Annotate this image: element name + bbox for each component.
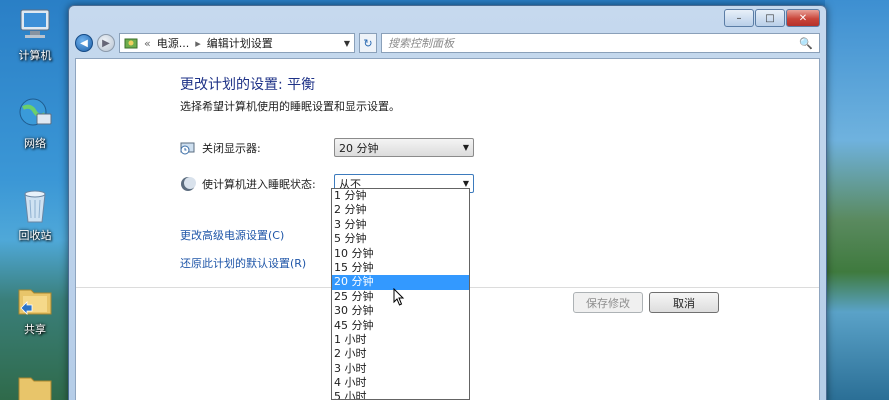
breadcrumb-overflow[interactable]: « (144, 37, 151, 50)
breadcrumb-item-edit-plan[interactable]: 编辑计划设置 (207, 35, 273, 51)
search-placeholder: 搜索控制面板 (388, 37, 454, 50)
display-off-label: 关闭显示器: (202, 141, 261, 155)
desktop-icon-network[interactable]: 网络 (6, 96, 64, 151)
back-button[interactable]: ◀ (75, 34, 93, 52)
advanced-settings-link[interactable]: 更改高级电源设置(C) (180, 227, 284, 243)
dropdown-option[interactable]: 4 小时 (332, 376, 469, 390)
sleep-label: 使计算机进入睡眠状态: (202, 177, 316, 191)
chevron-down-icon: ▼ (462, 143, 469, 152)
desktop-icon-recycle-bin[interactable]: 回收站 (6, 188, 64, 243)
forward-button[interactable]: ▶ (97, 34, 115, 52)
shared-folder-icon (18, 289, 52, 315)
dropdown-option[interactable]: 5 小时 (332, 390, 469, 399)
page-title: 更改计划的设置: 平衡 (180, 77, 316, 93)
chevron-down-icon[interactable]: ▼ (344, 39, 350, 48)
dropdown-option[interactable]: 2 小时 (332, 347, 469, 361)
chevron-down-icon: ▼ (462, 179, 469, 188)
moon-icon (181, 176, 196, 191)
dropdown-option[interactable]: 3 分钟 (332, 218, 469, 232)
mouse-cursor-icon (393, 288, 405, 306)
folder-icon (18, 377, 52, 400)
control-panel-icon (124, 38, 138, 49)
restore-defaults-link[interactable]: 还原此计划的默认设置(R) (180, 255, 306, 271)
breadcrumb-item-power[interactable]: 电源... (157, 35, 190, 51)
breadcrumb[interactable]: « 电源... ▸ 编辑计划设置 ▼ (119, 33, 355, 53)
breadcrumb-separator[interactable]: ▸ (195, 37, 201, 50)
caption-buttons: – □ ✕ (724, 9, 820, 27)
dropdown-option[interactable]: 3 小时 (332, 362, 469, 376)
desktop-icon-shared[interactable]: 共享 (6, 282, 64, 337)
save-button[interactable]: 保存修改 (573, 292, 643, 313)
display-off-row: 关闭显示器: 20 分钟 ▼ (180, 138, 474, 157)
dropdown-option[interactable]: 1 小时 (332, 333, 469, 347)
address-bar: ◀ ▶ « 电源... ▸ 编辑计划设置 ▼ ↻ 搜索控制面板 🔍 (75, 32, 820, 54)
dropdown-option[interactable]: 45 分钟 (332, 319, 469, 333)
dropdown-option[interactable]: 5 分钟 (332, 232, 469, 246)
recycle-bin-icon (24, 190, 46, 223)
display-off-select[interactable]: 20 分钟 ▼ (334, 138, 474, 157)
desktop-icon-computer[interactable]: 计算机 (6, 8, 64, 63)
desktop-icon-label: 计算机 (18, 49, 52, 62)
dropdown-option[interactable]: 2 分钟 (332, 203, 469, 217)
minimize-button[interactable]: – (724, 9, 754, 27)
search-input[interactable]: 搜索控制面板 🔍 (381, 33, 820, 53)
computer-icon (20, 9, 50, 38)
display-off-value: 20 分钟 (339, 141, 379, 155)
dropdown-option[interactable]: 15 分钟 (332, 261, 469, 275)
desktop-icon-label: 网络 (24, 137, 46, 150)
search-icon[interactable]: 🔍 (799, 37, 813, 50)
monitor-clock-icon (180, 142, 195, 154)
page-subtitle: 选择希望计算机使用的睡眠设置和显示设置。 (180, 100, 400, 113)
dropdown-option[interactable]: 30 分钟 (332, 304, 469, 318)
desktop-icon-label: 共享 (24, 323, 46, 336)
cancel-button[interactable]: 取消 (649, 292, 719, 313)
dropdown-option[interactable]: 1 分钟 (332, 189, 469, 203)
desktop-icon-folder[interactable] (6, 370, 64, 400)
desktop-wallpaper (825, 0, 889, 400)
close-button[interactable]: ✕ (786, 9, 820, 27)
desktop-icon-label: 回收站 (18, 229, 52, 242)
dropdown-option[interactable]: 10 分钟 (332, 247, 469, 261)
refresh-button[interactable]: ↻ (359, 33, 377, 53)
network-icon (19, 98, 52, 126)
maximize-button[interactable]: □ (755, 9, 785, 27)
